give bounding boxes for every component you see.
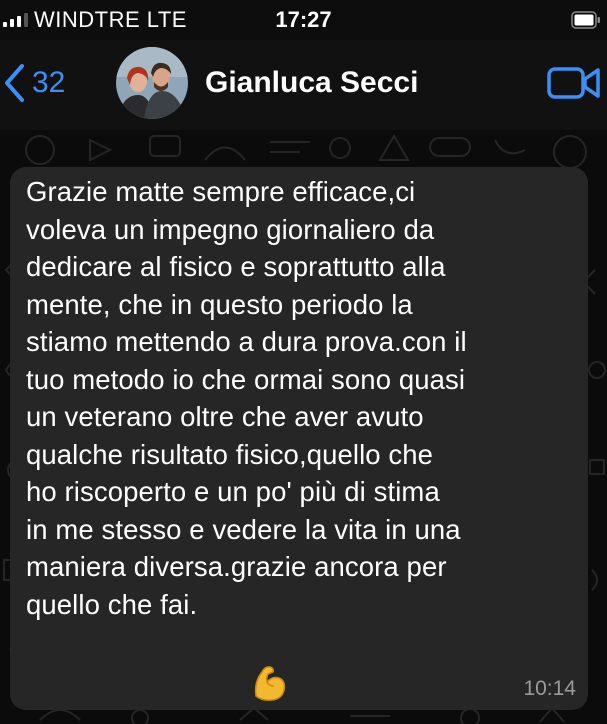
- status-time: 17:27: [275, 7, 332, 32]
- chat-header: 32 Gianluca Secci: [0, 40, 607, 130]
- message-text: Grazie matte sempre efficace,ci voleva u…: [26, 176, 467, 620]
- message-bubble[interactable]: Grazie matte sempre efficace,ci voleva u…: [10, 167, 588, 710]
- avatar[interactable]: [116, 47, 188, 119]
- back-button[interactable]: 32: [2, 58, 65, 108]
- video-call-icon[interactable]: [547, 65, 601, 101]
- message-timestamp: 10:14: [523, 677, 576, 700]
- status-bar: WINDTRE LTE 17:27: [0, 0, 607, 40]
- contact-name[interactable]: Gianluca Secci: [205, 66, 418, 100]
- unread-count: 32: [32, 66, 66, 99]
- chat-area[interactable]: Grazie matte sempre efficace,ci voleva u…: [0, 130, 607, 724]
- battery-icon: [571, 11, 600, 29]
- flexed-biceps-icon: [254, 666, 286, 701]
- chevron-left-icon: [5, 64, 24, 102]
